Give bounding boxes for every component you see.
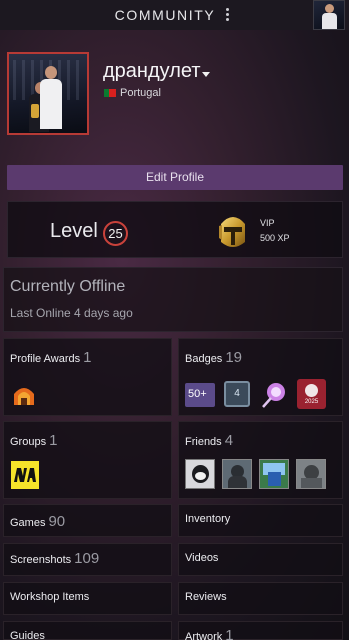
online-status-card: Currently Offline Last Online 4 days ago bbox=[3, 267, 343, 332]
inventory-label: Inventory bbox=[185, 513, 231, 525]
profile-awards-label: Profile Awards bbox=[10, 353, 81, 365]
page-title: COMMUNITY bbox=[114, 7, 216, 23]
screenshots-section[interactable]: Screenshots 109 bbox=[3, 543, 172, 576]
workshop-items-section[interactable]: Workshop Items bbox=[3, 582, 172, 615]
status-title: Currently Offline bbox=[10, 278, 126, 295]
kebab-menu-icon[interactable] bbox=[226, 8, 230, 22]
level-card: Level 25 VIP 500 XP bbox=[7, 201, 343, 258]
badges-label: Badges bbox=[185, 353, 223, 365]
user-avatar-icon[interactable] bbox=[313, 0, 345, 30]
guides-label: Guides bbox=[10, 630, 45, 640]
award-icon bbox=[14, 388, 34, 405]
games-label: Games bbox=[10, 517, 46, 529]
groups-label: Groups bbox=[10, 436, 47, 448]
navi-group-icon[interactable] bbox=[11, 461, 39, 489]
badge-steam-2025-icon[interactable]: 2025 bbox=[297, 379, 326, 409]
workshop-items-label: Workshop Items bbox=[10, 591, 90, 603]
friends-section[interactable]: Friends 4 bbox=[178, 421, 343, 499]
videos-section[interactable]: Videos bbox=[178, 543, 343, 576]
badge-50plus-icon[interactable]: 50+ bbox=[185, 383, 215, 407]
friends-count: 4 bbox=[224, 432, 234, 449]
country-label: Portugal bbox=[120, 87, 161, 99]
top-bar: COMMUNITY bbox=[0, 0, 349, 30]
artwork-count: 1 bbox=[225, 627, 234, 640]
friend-avatar[interactable] bbox=[259, 459, 289, 489]
profile-awards-count: 1 bbox=[83, 349, 92, 366]
friend-avatar[interactable] bbox=[185, 459, 215, 489]
guides-section[interactable]: Guides bbox=[3, 621, 172, 640]
artwork-label: Artwork bbox=[185, 631, 223, 640]
gold-helmet-icon bbox=[219, 217, 245, 247]
chevron-down-icon[interactable] bbox=[202, 72, 210, 77]
profile-awards-section[interactable]: Profile Awards 1 bbox=[3, 338, 172, 416]
profile-avatar[interactable] bbox=[7, 52, 89, 135]
reviews-label: Reviews bbox=[185, 591, 227, 603]
groups-count: 1 bbox=[49, 432, 58, 449]
games-section[interactable]: Games 90 bbox=[3, 504, 172, 537]
videos-label: Videos bbox=[185, 552, 219, 564]
edit-profile-button[interactable]: Edit Profile bbox=[7, 165, 343, 190]
reviews-section[interactable]: Reviews bbox=[178, 582, 343, 615]
badges-count: 19 bbox=[225, 349, 242, 366]
level-label: Level bbox=[50, 220, 98, 242]
games-count: 90 bbox=[48, 513, 66, 530]
inventory-section[interactable]: Inventory bbox=[178, 504, 343, 537]
badge-4-icon[interactable]: 4 bbox=[224, 381, 250, 407]
vip-badge-text: VIP 500 XP bbox=[260, 218, 290, 243]
screenshots-count: 109 bbox=[74, 550, 100, 567]
artwork-section[interactable]: Artwork 1 bbox=[178, 621, 343, 640]
badges-section[interactable]: Badges 19 50+ 4 2025 bbox=[178, 338, 343, 416]
groups-section[interactable]: Groups 1 bbox=[3, 421, 172, 499]
username[interactable]: драндулет bbox=[103, 60, 200, 83]
last-online-text: Last Online 4 days ago bbox=[10, 306, 133, 320]
badge-orb-icon[interactable] bbox=[259, 381, 287, 409]
portugal-flag-icon bbox=[104, 89, 116, 97]
friends-label: Friends bbox=[185, 436, 222, 448]
screenshots-label: Screenshots bbox=[10, 554, 72, 566]
friend-avatar[interactable] bbox=[222, 459, 252, 489]
level-value: 25 bbox=[103, 221, 128, 246]
friend-avatar[interactable] bbox=[296, 459, 326, 489]
